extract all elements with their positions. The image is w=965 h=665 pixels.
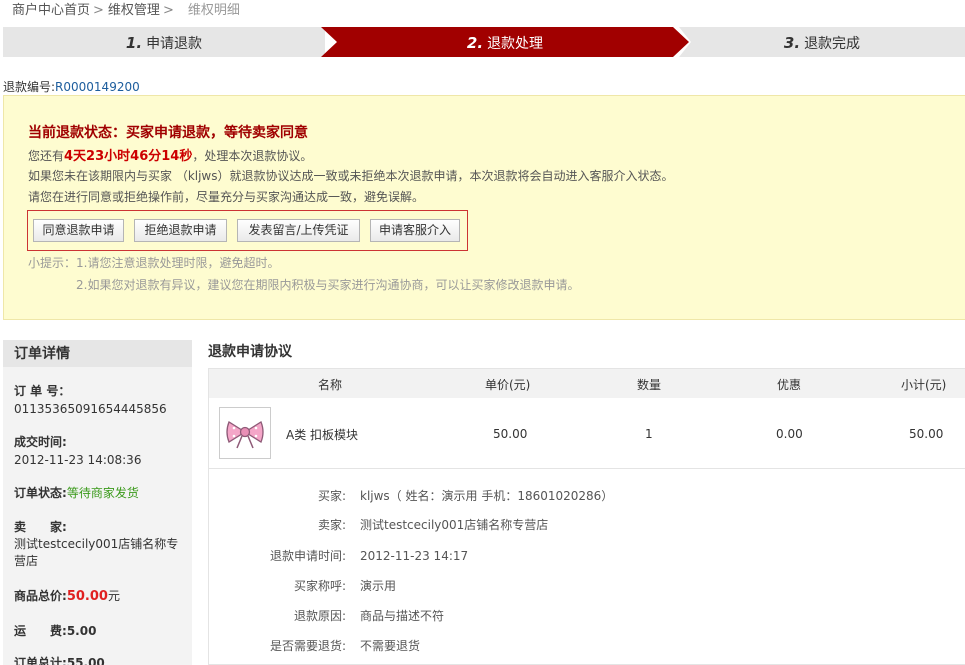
tips-label: 小提示： xyxy=(28,256,77,270)
bow-icon xyxy=(226,421,264,449)
communication-notice: 请您在进行同意或拒绝操作前，尽量充分与买家沟通达成一致，避免误解。 xyxy=(28,190,425,204)
detail-label: 退款申请时间: xyxy=(269,549,346,563)
table-row: A类 扣板模块 50.00 1 0.00 50.00 xyxy=(209,398,965,469)
header-unit-price: 单价(元) xyxy=(485,378,531,392)
order-details-panel: 订单详情 订 单 号： 0113536509165444585​6 成交时间: … xyxy=(3,340,192,665)
refund-status-value: 买家申请退款，等待卖家同意 xyxy=(126,125,308,141)
detail-buyer-name: 买家称呼: 演示用 xyxy=(209,577,396,594)
progress-steps: 1. 申请退款 3. 退款完成 2. 退款处理 xyxy=(3,27,965,57)
refund-number-value[interactable]: R0000149200 xyxy=(55,80,140,94)
header-name: 名称 xyxy=(318,378,343,392)
table-header: 名称 单价(元) 数量 优惠 小计(元) xyxy=(209,369,965,398)
detail-seller: 卖家: 测试testcecily001店铺名称专营店 xyxy=(209,516,548,533)
detail-value: 商品与描述不符 xyxy=(360,609,445,623)
goods-total: 商品总价:50.00元 xyxy=(14,587,186,604)
step-label: 申请退款 xyxy=(146,36,203,52)
reject-refund-button[interactable]: 拒绝退款申请 xyxy=(134,219,227,242)
agree-refund-button[interactable]: 同意退款申请 xyxy=(33,219,124,242)
refund-number: 退款编号:R0000149200 xyxy=(3,78,140,95)
refund-status-title: 当前退款状态：买家申请退款，等待卖家同意 xyxy=(28,122,308,142)
step-number: 1. xyxy=(125,34,143,52)
shipping-value: 5.00 xyxy=(66,624,97,638)
item-subtotal: 50.00 xyxy=(909,427,944,441)
step-apply-refund: 1. 申请退款 xyxy=(3,27,325,57)
item-price: 50.00 xyxy=(493,427,528,441)
step-label: 退款处理 xyxy=(487,36,544,52)
order-total: 订单总计:55.00 xyxy=(14,654,186,665)
order-number: 订 单 号： 0113536509165444585​6 xyxy=(14,382,186,416)
header-discount: 优惠 xyxy=(777,378,802,392)
refund-agreement-title: 退款申请协议 xyxy=(208,344,292,360)
deadline-line: 您还有4天23小时46分14秒，处理本次退款协议。 xyxy=(28,145,312,164)
detail-label: 退款原因: xyxy=(293,609,346,623)
order-number-label: 订 单 号： xyxy=(14,384,71,398)
product-thumbnail-icon[interactable] xyxy=(219,407,271,459)
refund-agreement-table: 名称 单价(元) 数量 优惠 小计(元) A类 扣板模块 50.00 1 0.0… xyxy=(208,368,965,665)
order-total-label: 订单总计: xyxy=(14,656,67,665)
deadline-countdown: 4天23小时46分14秒 xyxy=(64,149,193,164)
breadcrumb-current: 维权明细 xyxy=(187,3,240,18)
order-status-value: 等待商家发货 xyxy=(66,486,139,500)
step-number: 3. xyxy=(783,34,801,52)
breadcrumb-separator-icon: > xyxy=(162,3,174,18)
detail-value: 不需要退货 xyxy=(360,639,421,653)
detail-label: 卖家: xyxy=(317,518,346,532)
shipping-label: 运 费: xyxy=(14,624,67,638)
step-refund-complete: 3. 退款完成 xyxy=(679,27,965,57)
detail-buyer: 买家: kljws（ 姓名：演示用 手机：18601020286） xyxy=(209,487,613,504)
order-seller: 卖 家: 测试testcecily001店铺名称专营店 xyxy=(14,518,186,570)
breadcrumb-separator-icon: > xyxy=(93,3,104,18)
detail-value: kljws（ 姓名：演示用 手机：18601020286） xyxy=(360,489,614,503)
request-service-button[interactable]: 申请客服介入 xyxy=(370,219,460,242)
breadcrumb-section-link[interactable]: 维权管理 xyxy=(108,3,160,18)
detail-value: 演示用 xyxy=(360,579,397,593)
seller-label: 卖 家: xyxy=(14,520,67,534)
detail-apply-time: 退款申请时间: 2012-11-23 14:17 xyxy=(209,547,468,564)
detail-refund-reason: 退款原因: 商品与描述不符 xyxy=(209,607,444,624)
goods-total-unit: 元 xyxy=(107,589,120,603)
refund-number-label: 退款编号: xyxy=(3,80,56,94)
auto-escalation-notice: 如果您未在该期限内与买家 （kljws）就退款协议达成一致或未拒绝本次退款申请，… xyxy=(28,169,674,183)
deadline-suffix: ，处理本次退款协议。 xyxy=(192,149,313,163)
item-quantity: 1 xyxy=(645,427,653,441)
order-status-label: 订单状态: xyxy=(14,486,67,500)
detail-return-needed: 是否需要退货: 不需要退货 xyxy=(209,637,420,654)
refund-status-label: 当前退款状态： xyxy=(28,125,126,141)
order-details-title: 订单详情 xyxy=(3,340,192,367)
shipping-fee: 运 费:5.00 xyxy=(14,622,186,639)
detail-label: 买家称呼: xyxy=(293,579,346,593)
deadline-prefix: 您还有 xyxy=(28,149,65,163)
deal-time-value: 2012-11-23 14:08:36 xyxy=(14,453,142,467)
tip-2: 2.如果您对退款有异议，建议您在期限内积极与买家进行沟通协商，可以让买家修改退款… xyxy=(76,278,580,292)
action-button-group: 同意退款申请 拒绝退款申请 发表留言/上传凭证 申请客服介入 xyxy=(27,210,468,251)
goods-total-value: 50.00 xyxy=(66,589,108,604)
post-message-upload-button[interactable]: 发表留言/上传凭证 xyxy=(237,219,360,242)
breadcrumb: 商户中心首页 > 维权管理 > 维权明细 xyxy=(12,0,240,18)
refund-status-panel: 当前退款状态：买家申请退款，等待卖家同意 您还有4天23小时46分14秒，处理本… xyxy=(3,95,965,320)
step-label: 退款完成 xyxy=(804,36,861,52)
order-total-value: 55.00 xyxy=(66,656,105,665)
header-subtotal: 小计(元) xyxy=(901,378,947,392)
tip-1-text: 1.请您注意退款处理时限，避免超时。 xyxy=(76,256,280,270)
deal-time-label: 成交时间: xyxy=(14,435,67,449)
order-status: 订单状态:等待商家发货 xyxy=(14,484,186,501)
detail-label: 买家: xyxy=(317,489,346,503)
step-number: 2. xyxy=(466,34,484,52)
tip-1: 小提示：1.请您注意退款处理时限，避免超时。 xyxy=(28,254,279,271)
detail-value: 2012-11-23 14:17 xyxy=(360,549,469,563)
order-number-value: 0113536509165444585​6 xyxy=(14,402,167,416)
item-name[interactable]: A类 扣板模块 xyxy=(286,426,358,443)
header-quantity: 数量 xyxy=(637,378,662,392)
seller-value: 测试testcecily001店铺名称专营店 xyxy=(14,537,179,568)
goods-total-label: 商品总价: xyxy=(14,589,67,603)
item-discount: 0.00 xyxy=(776,427,803,441)
order-deal-time: 成交时间: 2012-11-23 14:08:36 xyxy=(14,433,186,467)
detail-label: 是否需要退货: xyxy=(269,639,346,653)
breadcrumb-home-link[interactable]: 商户中心首页 xyxy=(12,3,90,18)
detail-value: 测试testcecily001店铺名称专营店 xyxy=(360,518,549,532)
step-refund-processing: 2. 退款处理 xyxy=(321,27,689,57)
